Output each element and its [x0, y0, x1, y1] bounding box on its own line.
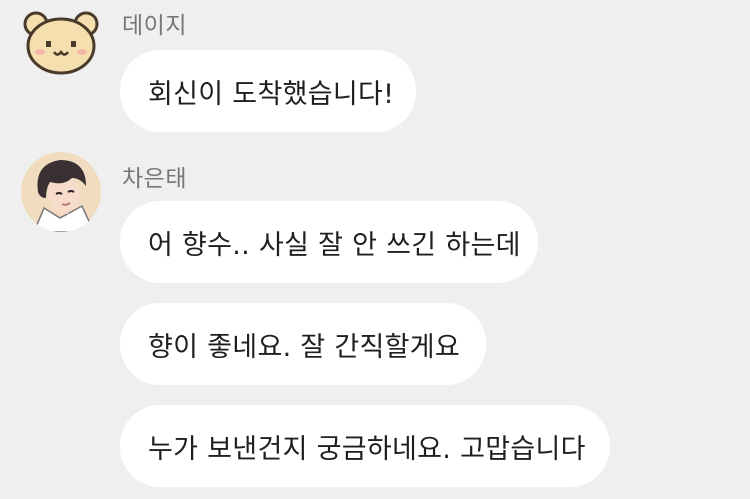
sender-name-daisy: 데이지 — [122, 13, 187, 39]
message-text: 회신이 도착했습니다! — [148, 78, 395, 110]
message-text: 향이 좋네요. 잘 간직할게요 — [148, 331, 461, 363]
message-bubble[interactable]: 누가 보낸건지 궁금하네요. 고맙습니다 — [120, 405, 610, 487]
message-text: 어 향수.. 사실 잘 안 쓰긴 하는데 — [148, 229, 521, 261]
message-bubble[interactable]: 회신이 도착했습니다! — [120, 50, 416, 132]
sender-name-cha: 차은태 — [122, 166, 187, 192]
message-bubble[interactable]: 어 향수.. 사실 잘 안 쓰긴 하는데 — [120, 201, 538, 283]
message-bubble[interactable]: 향이 좋네요. 잘 간직할게요 — [120, 303, 486, 385]
bear-avatar-icon[interactable] — [22, 8, 100, 78]
person-avatar-icon[interactable] — [20, 152, 102, 232]
message-text: 누가 보낸건지 궁금하네요. 고맙습니다 — [148, 433, 586, 465]
